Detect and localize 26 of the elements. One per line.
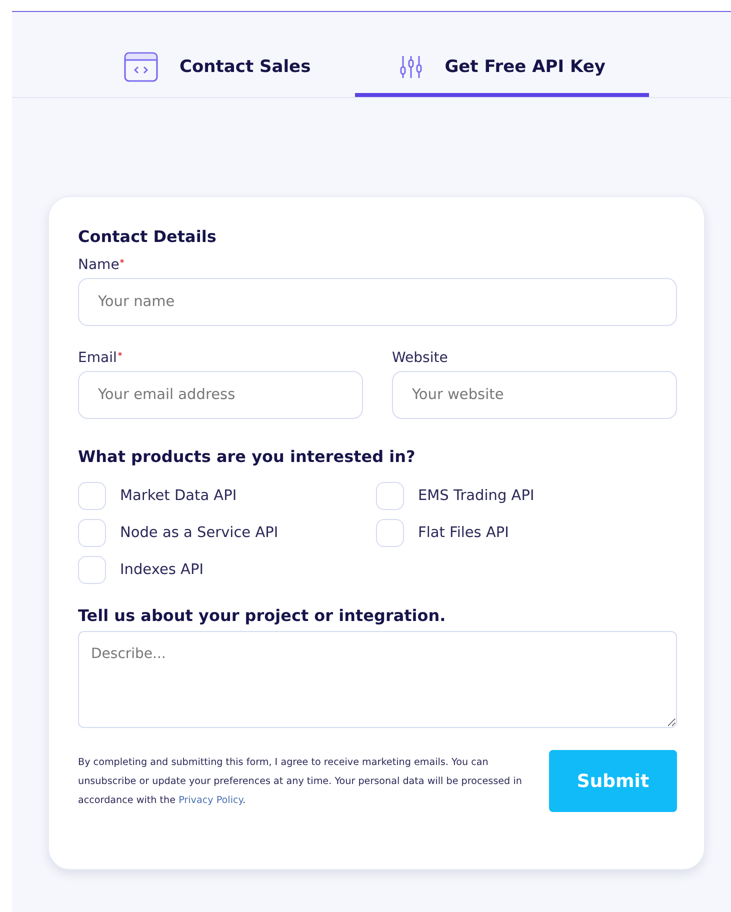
input-field[interactable]: Your email address — [78, 371, 363, 419]
checkbox-label: Market Data API — [120, 488, 237, 504]
section-heading: Tell us about your project or integration. — [78, 606, 447, 625]
consent-text: By completing and submitting this form, I agree to receive marketing emails. You can unsubscribe or update your preferences at any time. Your personal data will be processed in accordance with the Privacy Policy. — [78, 756, 523, 808]
checkbox-label: Node as a Service API — [120, 525, 278, 541]
checkbox[interactable] — [376, 519, 404, 547]
checkbox[interactable] — [78, 556, 106, 584]
section-heading: Contact Details — [78, 227, 218, 246]
sliders-icon — [398, 54, 423, 78]
section-heading: What products are you interested in? — [78, 447, 416, 466]
privacy-policy-link[interactable]: Privacy Policy — [178, 795, 243, 806]
checkbox[interactable] — [78, 482, 106, 510]
checkbox[interactable] — [376, 482, 404, 510]
field-label: Website — [392, 350, 448, 366]
checkbox-label: Indexes API — [120, 562, 204, 578]
tab[interactable]: Contact Sales — [124, 40, 355, 97]
tab[interactable]: Get Free API Key — [354, 40, 650, 97]
checkbox-label: Flat Files API — [418, 525, 509, 541]
checkbox[interactable] — [78, 519, 106, 547]
input-field[interactable]: Your website — [392, 371, 677, 419]
text-area[interactable]: Describe... — [78, 631, 677, 728]
code-window-icon — [124, 52, 158, 82]
field-label: Name — [78, 257, 120, 273]
field-label: Email — [78, 350, 117, 366]
input-field[interactable]: Your name — [78, 278, 677, 326]
checkbox-label: EMS Trading API — [418, 488, 534, 504]
